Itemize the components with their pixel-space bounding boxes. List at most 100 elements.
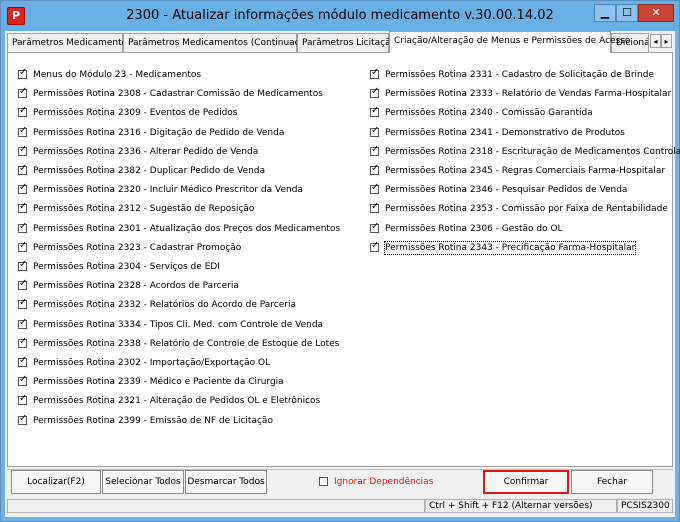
status-empty-cell [7,499,425,513]
confirmar-button[interactable]: Confirmar [483,470,569,494]
tab-scroll-left-icon[interactable]: ◂ [650,34,661,48]
permission-label: Permissões Rotina 2341 - Demonstrativo d… [385,127,625,138]
checkmark-icon: ✓ [19,220,28,232]
permission-label: Permissões Rotina 2304 - Serviços de EDI [33,262,220,272]
checkmark-icon: ✓ [19,335,28,347]
checkbox-box[interactable]: ✓ [370,105,380,118]
permission-label: Permissões Rotina 2321 - Alteração de Pe… [33,396,321,407]
checkmark-icon: ✓ [371,67,380,78]
checkmark-icon: ✓ [371,201,380,213]
checkbox-box[interactable]: ✓ [370,86,380,99]
minimize-button[interactable]: ▁ [594,4,616,22]
checkmark-icon: ✓ [19,182,28,194]
checkbox-box[interactable]: ✓ [370,163,380,175]
checkbox-box[interactable]: ✓ [370,239,380,252]
checkmark-icon: ✓ [19,355,28,366]
checkmark-icon: ✓ [19,67,28,78]
tab-criacao-menus-permissoes[interactable]: Criação/Alteração de Menus e Permissões … [389,31,630,53]
maximize-button[interactable]: ☐ [616,4,638,22]
checkmark-icon: ✓ [19,124,28,136]
checkbox-box[interactable]: ✓ [18,259,28,271]
checkbox-box[interactable]: ✓ [18,335,28,348]
checkbox-box[interactable]: ✓ [18,163,28,175]
checkmark-icon: ✓ [19,412,28,424]
checkmark-icon: ✓ [19,393,28,405]
checkmark-icon: ✓ [19,86,28,98]
desmarcar-todos-button[interactable]: Desmarcar Todos [185,470,267,494]
permission-label: Permissões Rotina 2399 - Emissão de NF d… [33,415,273,426]
checkbox-box[interactable]: ✓ [18,412,28,425]
permission-label: Permissões Rotina 2301 - Atualização dos… [33,223,341,234]
checkbox-box[interactable]: ✓ [18,86,28,99]
tab-parametros-medicamentos[interactable]: Parâmetros Medicamentos [7,33,132,52]
permission-label: Permissões Rotina 2338 - Relatório de Co… [33,338,340,349]
permission-label: Permissões Rotina 2323 - Cadastrar Promo… [33,242,242,253]
permission-label: Permissões Rotina 3334 - Tipos Cli. Med.… [33,319,324,330]
permission-label: Menus do Módulo 23 - Medicamentos [33,70,202,80]
permission-label: Permissões Rotina 2316 - Digitação de Pe… [33,127,285,138]
permission-label: Permissões Rotina 2332 - Relatórios do A… [33,300,296,311]
tab-scroll-right-icon[interactable]: ▸ [661,34,672,48]
checkbox-box[interactable]: ✓ [18,355,28,367]
checkbox-box[interactable]: ✓ [370,201,380,214]
checkbox-box[interactable]: ✓ [18,316,28,329]
checkmark-icon: ✓ [371,163,380,174]
checkmark-icon: ✓ [19,374,28,386]
status-shortcut: Ctrl + Shift + F12 (Alternar versões) [425,499,617,513]
checkbox-box[interactable]: ✓ [18,297,28,310]
checkmark-icon: ✓ [371,143,380,155]
permission-label: Permissões Rotina 2353 - Comissão por Fa… [385,204,668,215]
tab-parametros-licitacao[interactable]: Parâmetros Licitação [297,33,396,52]
checkbox-box[interactable]: ✓ [18,67,28,79]
permission-label: Permissões Rotina 2306 - Gestão do OL [385,223,563,234]
checkbox-box[interactable]: ✓ [370,182,379,195]
permission-label: Permissões Rotina 2340 - Comissão Garant… [385,108,593,119]
checkmark-icon: ✓ [19,201,28,213]
checkbox-box[interactable]: ✓ [18,374,28,387]
checkmark-icon: ✓ [19,239,28,251]
ignorar-dependencias-box[interactable] [319,477,328,486]
checkbox-box[interactable]: ✓ [370,125,379,137]
checkmark-icon: ✓ [19,259,28,270]
checkbox-box[interactable]: ✓ [18,220,28,233]
ignorar-dependencias-label: Ignorar Dependências [334,477,434,487]
checkmark-icon: ✓ [371,86,380,98]
permission-label: Permissões Rotina 2318 - Escrituração de… [385,146,680,157]
fechar-button[interactable]: Fechar [571,470,653,494]
checkbox-box[interactable]: ✓ [18,105,27,118]
checkbox-box[interactable]: ✓ [18,201,28,214]
permission-label: Permissões Rotina 2333 - Relatório de Ve… [385,89,672,100]
checkbox-box[interactable]: ✓ [18,144,27,156]
localizar-button[interactable]: Localizar(F2) [11,470,101,494]
permission-label: Permissões Rotina 2345 - Regras Comercia… [385,166,666,176]
checkbox-box[interactable]: ✓ [370,221,379,233]
tab-strip: Parâmetros Medicamentos Parâmetros Medic… [5,31,675,53]
permissions-panel: ✓ Menus do Módulo 23 - Medicamentos ✓ Permi… [7,52,680,467]
checkbox-box[interactable]: ✓ [18,182,28,195]
status-bar: Ctrl + Shift + F12 (Alternar versões) PC… [7,499,673,513]
checkmark-icon: ✓ [19,316,28,328]
close-button[interactable]: ✕ [638,4,674,22]
checkmark-icon: ✓ [371,239,380,251]
title-bar[interactable]: P 2300 - Atualizar informações módulo me… [1,1,679,31]
checkbox-box[interactable]: ✓ [18,239,28,252]
selecionar-todos-button[interactable]: Selecionar Todos [102,470,184,494]
permission-label: Permissões Rotina 2312 - Sugestão de Rep… [33,204,255,215]
checkmark-icon: ✓ [371,105,380,117]
checkbox-box[interactable]: ✓ [370,143,380,156]
checkbox-box[interactable]: ✓ [18,393,28,406]
permission-label: Permissões Rotina 2331 - Cadastro de Sol… [385,70,654,80]
permission-label: Permissões Rotina 2308 - Cadastrar Comis… [33,89,323,100]
permission-label: Permissões Rotina 2309 - Eventos de Pedi… [33,108,238,119]
checkbox-box[interactable]: ✓ [18,124,28,137]
tab-parametros-medicamentos-continuacao[interactable]: Parâmetros Medicamentos (Continuação) [123,33,314,52]
permission-label: Permissões Rotina 2336 - Alterar Pedido … [33,146,259,157]
checkmark-icon: ✓ [19,278,28,290]
status-code: PCSIS2300 [617,499,673,513]
checkmark-icon: ✓ [19,163,28,174]
checkbox-box[interactable]: ✓ [370,67,380,79]
checkmark-icon: ✓ [19,297,28,309]
checkbox-box[interactable]: ✓ [18,278,28,291]
client-area: Parâmetros Medicamentos Parâmetros Medic… [5,31,680,517]
permission-label: Permissões Rotina 2382 - Duplicar Pedido… [33,166,266,176]
